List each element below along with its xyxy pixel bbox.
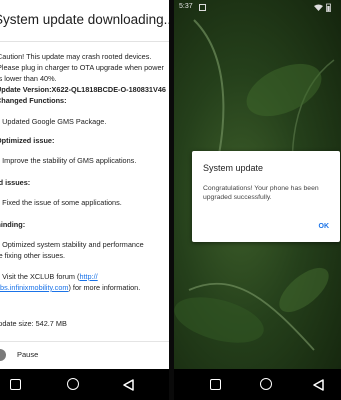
navigation-bar xyxy=(0,369,169,400)
list-item: 1. Optimized system stability and perfor… xyxy=(0,240,144,249)
status-bar: 5:37 xyxy=(174,0,341,16)
list-item: 1. Improve the stability of GMS applicat… xyxy=(0,156,137,165)
update-version: Update Version:X622-QL1818BCDE-O-180831V… xyxy=(0,85,166,94)
radio-icon[interactable] xyxy=(0,349,6,361)
pause-option[interactable]: Pause xyxy=(0,341,169,367)
update-download-screen: System update downloading... Caution! Th… xyxy=(0,0,169,400)
section-heading: Reminding: xyxy=(0,220,26,229)
forum-text: 2. Visit the XCLUB forum ( xyxy=(0,272,80,281)
clock: 5:37 xyxy=(179,3,193,10)
home-screen: 5:37 System update Congratulations! Your… xyxy=(174,0,341,400)
list-item: 1. Updated Google GMS Package. xyxy=(0,117,107,126)
power-text: is lower than 40%. xyxy=(0,74,57,83)
list-item: 1. Fixed the issue of some applications. xyxy=(0,198,122,207)
recents-icon[interactable] xyxy=(210,379,221,390)
list-item: 2. Visit the XCLUB forum (http:// xyxy=(0,271,98,282)
recents-icon[interactable] xyxy=(10,379,21,390)
back-icon[interactable] xyxy=(121,378,135,392)
forum-link[interactable]: http:// xyxy=(79,272,97,281)
caution-text: Caution! This update may crash rooted de… xyxy=(0,52,152,61)
list-item-continuation: while fixing other issues. xyxy=(0,251,66,260)
update-size: Update size: 542.7 MB xyxy=(0,319,67,328)
ok-button[interactable]: OK xyxy=(319,223,330,230)
forum-link[interactable]: bbs.infinixmobility.com xyxy=(0,283,68,292)
page-title: System update downloading... xyxy=(0,12,169,27)
dialog-message: Congratulations! Your phone has been upg… xyxy=(203,185,319,201)
list-item-continuation: bbs.infinixmobility.com) for more inform… xyxy=(0,282,140,293)
app-header: System update downloading... xyxy=(0,0,169,42)
forum-text: ) for more information. xyxy=(68,283,141,292)
charger-text: Please plug in charger to OTA upgrade wh… xyxy=(0,63,164,72)
wifi-icon xyxy=(314,4,323,11)
section-heading: Changed Functions: xyxy=(0,96,67,105)
section-heading: Optimized issue: xyxy=(0,136,55,145)
navigation-bar xyxy=(174,369,341,400)
home-icon[interactable] xyxy=(260,378,272,390)
section-heading: Fixed issues: xyxy=(0,178,31,187)
back-icon[interactable] xyxy=(311,378,325,392)
notification-icon xyxy=(199,4,206,11)
battery-icon xyxy=(326,3,331,12)
pause-label: Pause xyxy=(17,350,39,359)
home-icon[interactable] xyxy=(67,378,79,390)
dialog-title: System update xyxy=(203,163,264,173)
update-success-dialog: System update Congratulations! Your phon… xyxy=(192,151,340,242)
